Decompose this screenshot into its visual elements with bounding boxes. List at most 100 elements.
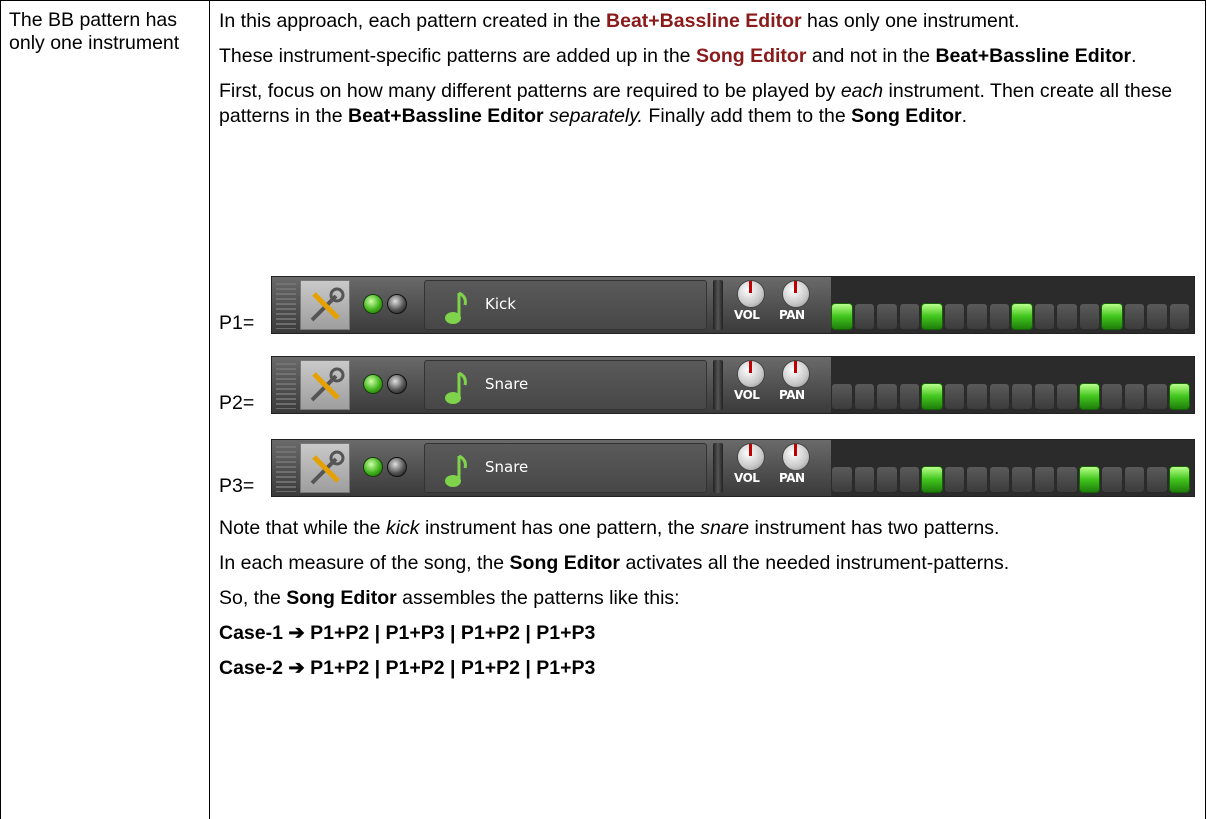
bold-term: Beat+Bassline Editor <box>348 105 544 127</box>
step-button-off[interactable] <box>1146 303 1168 330</box>
step-button-off[interactable] <box>1033 466 1055 493</box>
step-button-off[interactable] <box>943 383 965 410</box>
step-button-off[interactable] <box>1101 383 1123 410</box>
tool-icon[interactable] <box>300 280 350 330</box>
document-table: The BB pattern has only one instrument I… <box>0 0 1207 819</box>
pan-knob-icon[interactable] <box>782 360 810 388</box>
track-separator <box>713 360 723 410</box>
step-button-on[interactable] <box>1101 303 1123 330</box>
step-button-off[interactable] <box>966 466 988 493</box>
step-button-off[interactable] <box>853 303 875 330</box>
step-button-off[interactable] <box>988 383 1010 410</box>
music-note-icon <box>445 454 467 487</box>
green-led-icon[interactable] <box>363 294 383 314</box>
link-song-editor[interactable]: Song Editor <box>696 45 807 67</box>
step-button-on[interactable] <box>1078 383 1100 410</box>
mute-led-icon[interactable] <box>387 374 407 394</box>
step-button-off[interactable] <box>853 383 875 410</box>
step-button-off[interactable] <box>876 303 898 330</box>
step-button-off[interactable] <box>1123 383 1145 410</box>
step-button-off[interactable] <box>898 383 920 410</box>
step-button-off[interactable] <box>1033 383 1055 410</box>
bold-term: Song Editor <box>509 552 621 574</box>
step-button-on[interactable] <box>1168 383 1190 410</box>
link-beat-bassline-editor[interactable]: Beat+Bassline Editor <box>606 10 802 32</box>
volume-knob-icon[interactable] <box>737 280 765 308</box>
text-run: In each measure of the song, the <box>219 552 510 574</box>
step-button-off[interactable] <box>1011 383 1033 410</box>
text-run: has only one instrument. <box>801 10 1020 32</box>
pan-knob-icon[interactable] <box>782 443 810 471</box>
step-button-off[interactable] <box>1101 466 1123 493</box>
green-led-icon[interactable] <box>363 457 383 477</box>
pattern-row-p3: P3= Snare VOL PAN <box>219 439 1195 497</box>
step-button-off[interactable] <box>1056 466 1078 493</box>
step-button-off[interactable] <box>898 303 920 330</box>
drag-grip-icon[interactable] <box>276 446 296 492</box>
step-button-off[interactable] <box>876 466 898 493</box>
step-button-off[interactable] <box>831 466 853 493</box>
pan-label: PAN <box>779 471 805 485</box>
note-paragraph: Note that while the kick instrument has … <box>219 516 1197 541</box>
step-button-off[interactable] <box>1033 303 1055 330</box>
italic-term: kick <box>385 517 420 539</box>
drag-grip-icon[interactable] <box>276 363 296 409</box>
instrument-name-button[interactable]: Snare <box>424 360 707 410</box>
step-button-off[interactable] <box>966 303 988 330</box>
step-button-off[interactable] <box>1011 466 1033 493</box>
step-button-off[interactable] <box>876 383 898 410</box>
instrument-track: Snare VOL PAN <box>271 439 1195 497</box>
pan-knob-icon[interactable] <box>782 280 810 308</box>
step-button-off[interactable] <box>1056 303 1078 330</box>
step-button-off[interactable] <box>898 466 920 493</box>
step-button-on[interactable] <box>1011 303 1033 330</box>
instrument-name-button[interactable]: Kick <box>424 280 707 330</box>
step-button-off[interactable] <box>988 466 1010 493</box>
case-1-line: Case-1 ➔ P1+P2 | P1+P3 | P1+P2 | P1+P3 <box>219 622 596 644</box>
step-button-off[interactable] <box>1078 303 1100 330</box>
step-button-on[interactable] <box>921 466 943 493</box>
step-button-off[interactable] <box>1146 466 1168 493</box>
step-button-on[interactable] <box>831 303 853 330</box>
step-button-off[interactable] <box>1123 303 1145 330</box>
pan-label: PAN <box>779 308 805 322</box>
step-button-off[interactable] <box>1123 466 1145 493</box>
intro-paragraph-3: First, focus on how many different patte… <box>219 79 1197 129</box>
text-run: instrument has two patterns. <box>749 517 1000 539</box>
italic-term: snare <box>700 517 750 539</box>
step-button-off[interactable] <box>966 383 988 410</box>
text-run: These instrument-specific patterns are a… <box>219 45 696 67</box>
drag-grip-icon[interactable] <box>276 283 296 329</box>
text-run: assembles the patterns like this: <box>396 587 680 609</box>
step-button-off[interactable] <box>1168 303 1190 330</box>
step-button-off[interactable] <box>943 466 965 493</box>
pattern-label: P1= <box>219 312 255 334</box>
volume-knob-icon[interactable] <box>737 443 765 471</box>
green-led-icon[interactable] <box>363 374 383 394</box>
step-button-on[interactable] <box>921 383 943 410</box>
volume-knob-icon[interactable] <box>737 360 765 388</box>
instrument-name-button[interactable]: Snare <box>424 443 707 493</box>
step-button-off[interactable] <box>1056 383 1078 410</box>
step-button-on[interactable] <box>1168 466 1190 493</box>
text-run: instrument has one pattern, the <box>419 517 701 539</box>
mute-led-icon[interactable] <box>387 294 407 314</box>
instrument-name: Snare <box>485 375 529 393</box>
column-divider <box>209 0 210 819</box>
step-button-off[interactable] <box>943 303 965 330</box>
tool-icon[interactable] <box>300 443 350 493</box>
text-run: . <box>1131 45 1137 67</box>
step-button-on[interactable] <box>1078 466 1100 493</box>
italic-term: separately. <box>549 105 643 127</box>
step-button-off[interactable] <box>831 383 853 410</box>
instrument-name: Kick <box>485 295 516 313</box>
step-button-on[interactable] <box>921 303 943 330</box>
step-button-off[interactable] <box>988 303 1010 330</box>
step-sequencer <box>831 440 1194 496</box>
music-note-icon <box>445 291 467 324</box>
tool-icon[interactable] <box>300 360 350 410</box>
step-button-off[interactable] <box>853 466 875 493</box>
instrument-name: Snare <box>485 458 529 476</box>
step-button-off[interactable] <box>1146 383 1168 410</box>
mute-led-icon[interactable] <box>387 457 407 477</box>
